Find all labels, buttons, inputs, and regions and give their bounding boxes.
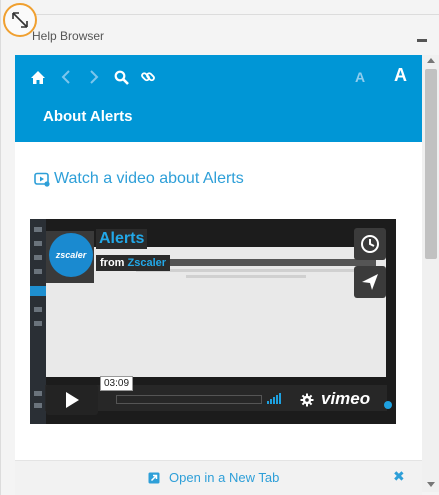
video-app-sidebar xyxy=(30,219,46,424)
paper-plane-icon xyxy=(362,274,378,290)
scrollbar[interactable] xyxy=(422,55,439,492)
play-icon xyxy=(66,392,79,408)
page-title: About Alerts xyxy=(43,108,133,125)
video-end-indicator xyxy=(384,401,392,409)
scroll-down-arrow[interactable] xyxy=(427,482,435,487)
video-byline-from: from xyxy=(100,257,125,269)
link-icon[interactable] xyxy=(139,68,157,86)
font-increase-button[interactable]: A xyxy=(394,65,407,86)
video-player[interactable]: zscaler Alerts from Zscaler 03:09 vimeo xyxy=(30,219,396,424)
external-link-icon xyxy=(148,472,160,483)
clock-icon xyxy=(361,235,379,253)
open-new-tab-label: Open in a New Tab xyxy=(169,470,280,485)
search-icon[interactable] xyxy=(112,68,130,86)
play-button[interactable] xyxy=(46,385,98,415)
watch-video-link-label: Watch a video about Alerts xyxy=(54,170,244,187)
gear-icon[interactable] xyxy=(300,393,314,412)
zscaler-logo: zscaler xyxy=(49,233,93,277)
forward-icon[interactable] xyxy=(87,68,101,86)
volume-icon[interactable] xyxy=(267,393,282,404)
help-content: A A About Alerts Watch a video about Ale… xyxy=(15,55,422,460)
video-author[interactable]: Zscaler xyxy=(128,257,167,269)
help-toolbar: A A About Alerts xyxy=(15,55,422,142)
watch-later-button[interactable] xyxy=(354,228,386,260)
video-title[interactable]: Alerts xyxy=(96,229,148,249)
share-button[interactable] xyxy=(354,266,386,298)
open-new-tab-link[interactable]: Open in a New Tab xyxy=(148,470,279,485)
minimize-button[interactable] xyxy=(417,39,427,42)
font-decrease-button[interactable]: A xyxy=(355,69,365,85)
expand-icon[interactable] xyxy=(3,3,37,37)
close-button[interactable]: ✖ xyxy=(393,468,405,485)
video-byline: from Zscaler xyxy=(96,255,171,271)
help-footer: Open in a New Tab ✖ xyxy=(15,460,422,495)
home-icon[interactable] xyxy=(29,68,47,86)
window-title: Help Browser xyxy=(32,29,105,43)
scrollbar-thumb[interactable] xyxy=(425,69,437,259)
video-icon xyxy=(34,172,50,187)
video-time: 03:09 xyxy=(100,376,134,391)
vimeo-logo[interactable]: vimeo xyxy=(321,389,370,409)
help-browser-panel: Help Browser A A About Alerts Watch a vi… xyxy=(0,0,439,495)
scroll-up-arrow[interactable] xyxy=(427,58,435,63)
video-progress-bar[interactable] xyxy=(116,395,262,404)
watch-video-link[interactable]: Watch a video about Alerts xyxy=(34,170,244,188)
title-bar: Help Browser xyxy=(15,14,439,54)
back-icon[interactable] xyxy=(59,68,73,86)
